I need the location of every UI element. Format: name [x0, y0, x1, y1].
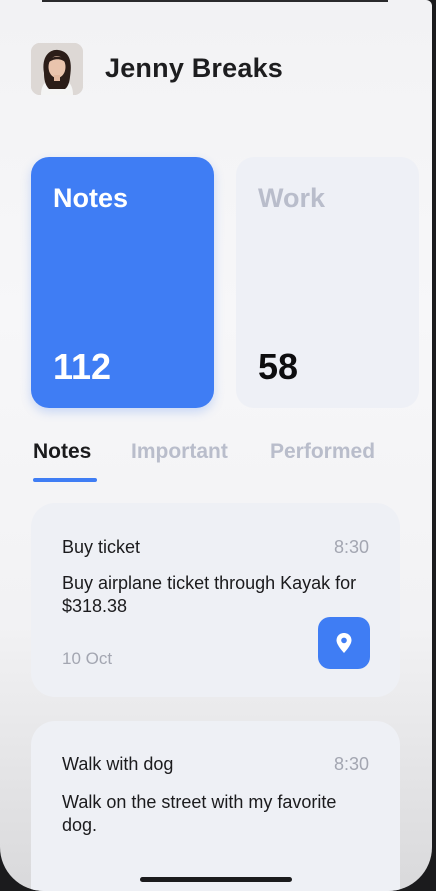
note-body: Buy airplane ticket through Kayak for $3…	[62, 573, 357, 616]
tab-notes[interactable]: Notes	[33, 440, 91, 464]
note-date: 10 Oct	[62, 649, 113, 668]
tab-important[interactable]: Important	[131, 440, 228, 464]
notes-category-card[interactable]: Notes 112	[31, 157, 214, 408]
notes-card-count: 112	[53, 346, 112, 387]
location-pin-icon	[336, 633, 352, 653]
note-card[interactable]: Buy ticket 8:30 Buy airplane ticket thro…	[31, 503, 400, 697]
avatar-image	[31, 42, 83, 95]
user-name: Jenny Breaks	[105, 53, 284, 83]
home-indicator[interactable]	[140, 877, 292, 882]
work-card-title: Work	[258, 183, 326, 213]
active-tab-indicator	[33, 478, 97, 482]
note-title: Walk with dog	[62, 754, 174, 774]
location-button[interactable]	[318, 617, 370, 669]
note-card[interactable]: Walk with dog 8:30 Walk on the street wi…	[31, 721, 400, 891]
note-time: 8:30	[333, 754, 369, 774]
avatar[interactable]	[31, 42, 83, 95]
work-card-count: 58	[258, 346, 299, 387]
phone-screen: Jenny Breaks Notes 112 Work 58 Notes Imp…	[0, 0, 432, 891]
notes-card-title: Notes	[53, 183, 129, 213]
profile-header: Jenny Breaks	[31, 42, 283, 95]
note-body: Walk on the street with my favorite dog.	[62, 792, 337, 835]
status-bar-edge	[42, 0, 388, 2]
tab-performed[interactable]: Performed	[270, 440, 375, 464]
work-category-card[interactable]: Work 58	[236, 157, 419, 408]
note-title: Buy ticket	[62, 537, 141, 557]
note-time: 8:30	[333, 537, 369, 557]
